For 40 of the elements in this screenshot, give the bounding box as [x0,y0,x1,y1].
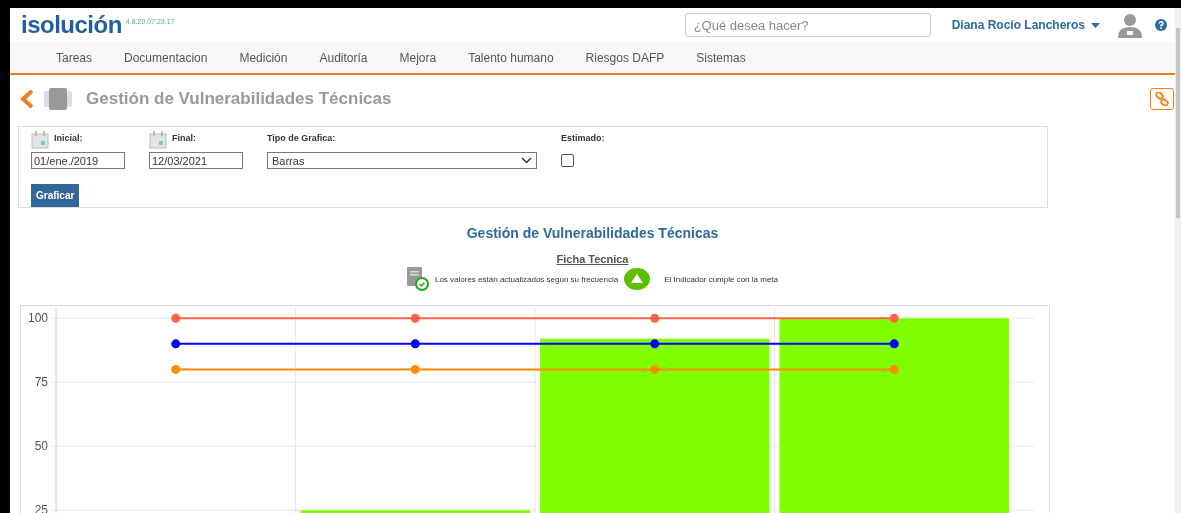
field-label: Inicial: [54,133,83,143]
calendar-icon[interactable] [149,131,167,149]
back-icon[interactable] [20,89,34,109]
user-menu[interactable]: Diana Rocío Lancheros [951,18,1100,32]
y-axis-label: 75 [34,375,48,390]
nav-item[interactable]: Documentacion [108,50,224,65]
calendar-icon[interactable] [31,131,49,149]
start-date-field[interactable]: 01/ene./2019 [31,152,125,169]
nav-item[interactable]: Auditoría [303,50,384,65]
estimated-checkbox[interactable] [561,154,574,167]
module-icon [44,88,72,110]
technical-sheet-link[interactable]: Ficha Tecnica [556,253,629,265]
field-label: Estimado: [561,133,605,143]
user-avatar-icon[interactable] [1117,12,1143,38]
page-title: Gestión de Vulnerabilidades Técnicas [86,89,392,109]
chart-type-dropdown[interactable]: Barras [267,152,537,169]
y-axis-label: 100 [27,311,48,326]
link-icon [1155,92,1169,106]
help-icon[interactable] [1155,19,1167,31]
legend-text: Los valores están actualizados según su frecuencia [434,274,619,284]
nav-item[interactable]: Mejora [383,50,453,65]
document-clock-icon [406,267,429,291]
graph-button[interactable]: Graficar [31,184,80,207]
chart-title: Gestión de Vulnerabilidades Técnicas [466,225,719,241]
nav-item[interactable]: Tareas [40,50,109,65]
scrollbar-thumb[interactable] [1176,28,1180,218]
y-axis-label: 50 [34,439,48,454]
field-label: Tipo de Grafica: [267,133,336,143]
caret-icon [1091,22,1100,28]
nav-item[interactable]: Riesgos DAFP [569,50,681,65]
chevron-down-icon [521,157,532,164]
nav-item[interactable]: Medición [223,50,304,65]
nav-item[interactable]: Talento humano [452,50,570,65]
search-field[interactable]: ¿Qué desea hacer? [684,13,931,37]
end-date-field[interactable]: 12/03/2021 [149,152,243,169]
legend-text: El Indicador cumple con la meta [664,274,779,284]
field-label: Final: [172,133,196,143]
logo: isolución [21,11,122,39]
nav-item[interactable]: Sistemas [680,50,762,65]
link-button[interactable] [1150,88,1174,110]
